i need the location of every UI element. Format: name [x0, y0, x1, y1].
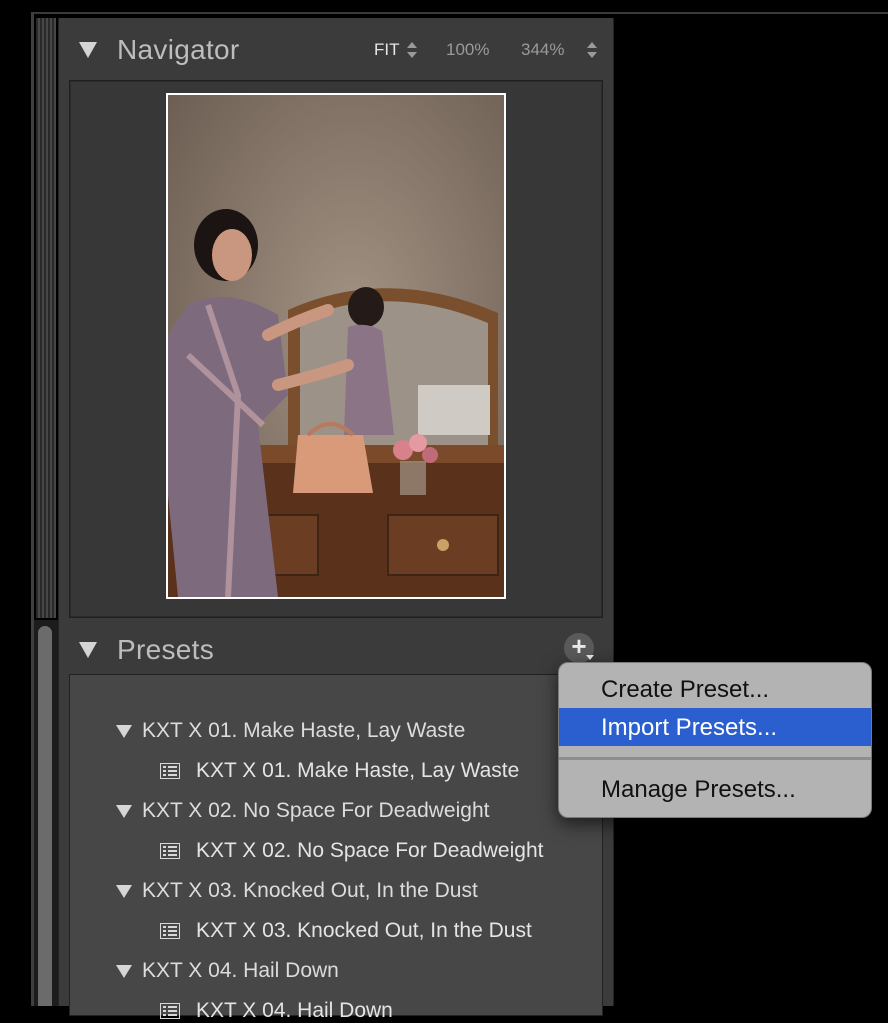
navigator-title: Navigator	[117, 34, 240, 65]
zoom-100-button[interactable]: 100%	[446, 40, 489, 60]
menu-item-label: Create Preset...	[601, 676, 770, 703]
preset-list-icon	[160, 763, 180, 779]
dropdown-caret-icon	[586, 655, 594, 660]
menu-separator	[559, 757, 871, 760]
preset-folder-label: KXT X 02. No Space For Deadweight	[142, 799, 490, 822]
scrollbar-thumb[interactable]	[38, 626, 52, 1006]
zoom-fit-stepper-icon[interactable]	[407, 42, 417, 58]
menu-item-create-preset[interactable]: Create Preset...	[559, 670, 871, 708]
zoom-custom-stepper-icon[interactable]	[587, 42, 597, 58]
folder-collapse-icon[interactable]	[116, 965, 132, 978]
preset-list-icon	[160, 1003, 180, 1019]
menu-item-manage-presets[interactable]: Manage Presets...	[559, 770, 871, 808]
preset-list-icon	[160, 923, 180, 939]
folder-collapse-icon[interactable]	[116, 805, 132, 818]
preset-item-label: KXT X 04. Hail Down	[196, 999, 393, 1022]
navigator-header[interactable]: Navigator FIT 100% 344%	[59, 18, 613, 78]
window-frame-top	[31, 12, 888, 14]
presets-header[interactable]: Presets	[59, 618, 613, 678]
preset-folder-label: KXT X 04. Hail Down	[142, 959, 339, 982]
navigator-collapse-icon[interactable]	[79, 42, 97, 58]
menu-item-import-presets[interactable]: Import Presets...	[559, 708, 871, 746]
menu-item-label: Manage Presets...	[601, 776, 796, 803]
preset-item-label: KXT X 02. No Space For Deadweight	[196, 839, 544, 862]
panel-resize-grip[interactable]	[36, 18, 56, 618]
folder-collapse-icon[interactable]	[116, 725, 132, 738]
preset-folder-label: KXT X 01. Make Haste, Lay Waste	[142, 719, 466, 742]
zoom-custom-button[interactable]: 344%	[521, 40, 564, 60]
preset-context-menu: Create Preset... Import Presets... Manag…	[558, 662, 872, 818]
menu-item-label: Import Presets...	[601, 714, 778, 741]
zoom-fit-button[interactable]: FIT	[374, 40, 400, 60]
navigator-preview[interactable]	[69, 80, 603, 618]
folder-collapse-icon[interactable]	[116, 885, 132, 898]
preset-folder-label: KXT X 03. Knocked Out, In the Dust	[142, 879, 478, 902]
preset-item-label: KXT X 03. Knocked Out, In the Dust	[196, 919, 532, 942]
left-panel: Navigator FIT 100% 344% Presets KXT X 01…	[58, 18, 614, 1022]
presets-title: Presets	[117, 634, 215, 665]
presets-collapse-icon[interactable]	[79, 642, 97, 658]
preset-list-icon	[160, 843, 180, 859]
presets-list: KXT X 01. Make Haste, Lay Waste KXT X 01…	[69, 674, 603, 1022]
navigator-thumbnail[interactable]	[166, 93, 506, 599]
preset-item-label: KXT X 01. Make Haste, Lay Waste	[196, 759, 520, 782]
